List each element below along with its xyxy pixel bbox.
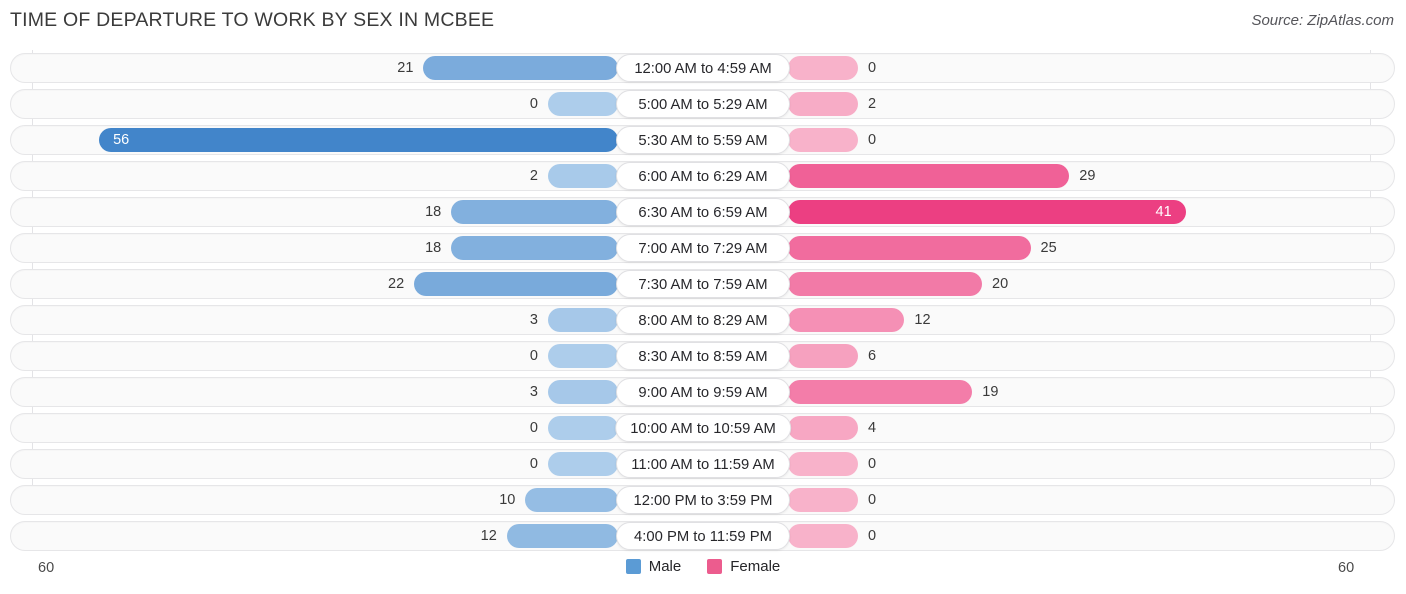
legend-swatch-male <box>625 559 641 574</box>
bar-female[interactable] <box>788 452 858 476</box>
bar-value-male: 3 <box>529 312 538 328</box>
bar-value-female: 0 <box>868 456 877 472</box>
bar-female[interactable] <box>788 416 858 440</box>
chart-row: 0 0 11:00 AM to 11:59 AM <box>0 446 1406 482</box>
bar-female[interactable] <box>788 488 858 512</box>
bar-value-male: 21 <box>397 60 414 76</box>
bar-value-female: 19 <box>982 384 999 400</box>
legend-label-male: Male <box>648 558 682 575</box>
category-label: 6:30 AM to 6:59 AM <box>616 198 790 226</box>
chart-row: 22 20 7:30 AM to 7:59 AM <box>0 266 1406 302</box>
chart-row: 18 25 7:00 AM to 7:29 AM <box>0 230 1406 266</box>
bar-male[interactable] <box>548 380 618 404</box>
bar-female[interactable] <box>788 236 1031 260</box>
category-label: 9:00 AM to 9:59 AM <box>616 378 790 406</box>
category-label: 8:00 AM to 8:29 AM <box>616 306 790 334</box>
bar-male[interactable] <box>451 236 618 260</box>
bar-value-female: 20 <box>992 276 1009 292</box>
bar-value-female: 4 <box>868 420 877 436</box>
bar-value-female: 0 <box>868 60 877 76</box>
bar-value-male: 18 <box>425 240 442 256</box>
bar-value-male: 10 <box>499 492 516 508</box>
bar-value-male: 3 <box>529 384 538 400</box>
bar-female[interactable] <box>788 344 858 368</box>
bar-value-male: 12 <box>480 528 497 544</box>
chart-row: 0 4 10:00 AM to 10:59 AM <box>0 410 1406 446</box>
bar-value-female: 0 <box>868 528 877 544</box>
bar-value-female: 0 <box>868 492 877 508</box>
chart-row: 21 0 12:00 AM to 4:59 AM <box>0 50 1406 86</box>
bar-male[interactable] <box>423 56 618 80</box>
bar-value-female: 0 <box>868 132 877 148</box>
bar-value-male: 22 <box>388 276 405 292</box>
category-label: 6:00 AM to 6:29 AM <box>616 162 790 190</box>
category-label: 5:30 AM to 5:59 AM <box>616 126 790 154</box>
legend-swatch-female <box>707 559 723 574</box>
page-title: TIME OF DEPARTURE TO WORK BY SEX IN MCBE… <box>10 9 495 31</box>
category-label: 10:00 AM to 10:59 AM <box>615 414 791 442</box>
chart-row: 0 6 8:30 AM to 8:59 AM <box>0 338 1406 374</box>
bar-value-female: 2 <box>868 96 877 112</box>
category-label: 8:30 AM to 8:59 AM <box>616 342 790 370</box>
bar-male[interactable] <box>548 92 618 116</box>
bar-female[interactable] <box>788 272 982 296</box>
chart-plot-area: 21 0 12:00 AM to 4:59 AM 0 2 5:00 AM to 5:29 … <box>0 50 1406 576</box>
bar-male[interactable] <box>525 488 618 512</box>
bar-value-male: 0 <box>529 456 538 472</box>
bar-female[interactable] <box>788 128 858 152</box>
chart-row: 0 2 5:00 AM to 5:29 AM <box>0 86 1406 122</box>
chart-page: TIME OF DEPARTURE TO WORK BY SEX IN MCBE… <box>0 0 1406 594</box>
bar-female[interactable] <box>788 308 905 332</box>
bar-value-male: 0 <box>529 348 538 364</box>
chart-rows: 21 0 12:00 AM to 4:59 AM 0 2 5:00 AM to 5:29 … <box>0 50 1406 554</box>
bar-male[interactable] <box>548 416 618 440</box>
bar-female[interactable] <box>788 92 858 116</box>
bar-female[interactable] <box>788 164 1070 188</box>
bar-male[interactable] <box>506 524 618 548</box>
bar-value-male: 0 <box>529 96 538 112</box>
bar-value-female: 12 <box>914 312 931 328</box>
bar-female[interactable] <box>788 56 858 80</box>
bar-value-female: 41 <box>1155 204 1172 220</box>
bar-value-male: 2 <box>529 168 538 184</box>
bar-female[interactable] <box>788 524 858 548</box>
category-label: 4:00 PM to 11:59 PM <box>616 522 790 550</box>
bar-male[interactable] <box>548 344 618 368</box>
category-label: 12:00 PM to 3:59 PM <box>616 486 790 514</box>
category-label: 12:00 AM to 4:59 AM <box>616 54 790 82</box>
chart-row: 2 29 6:00 AM to 6:29 AM <box>0 158 1406 194</box>
source-attribution: Source: ZipAtlas.com <box>1251 12 1394 29</box>
bar-male[interactable] <box>414 272 618 296</box>
chart-row: 3 19 9:00 AM to 9:59 AM <box>0 374 1406 410</box>
category-label: 11:00 AM to 11:59 AM <box>616 450 790 478</box>
legend-item-male[interactable]: Male <box>625 558 682 575</box>
bar-male[interactable] <box>548 308 618 332</box>
chart-row: 56 0 5:30 AM to 5:59 AM <box>0 122 1406 158</box>
category-label: 7:00 AM to 7:29 AM <box>616 234 790 262</box>
bar-value-male: 0 <box>529 420 538 436</box>
bar-female[interactable]: 41 <box>788 200 1186 224</box>
bar-male[interactable]: 56 <box>99 128 618 152</box>
chart-row: 12 0 4:00 PM to 11:59 PM <box>0 518 1406 554</box>
bar-female[interactable] <box>788 380 973 404</box>
bar-value-female: 25 <box>1040 240 1057 256</box>
bar-value-female: 29 <box>1079 168 1096 184</box>
bar-male[interactable] <box>451 200 618 224</box>
chart-row: 3 12 8:00 AM to 8:29 AM <box>0 302 1406 338</box>
bar-male[interactable] <box>548 452 618 476</box>
chart-legend: Male Female <box>0 558 1406 575</box>
chart-row: 10 0 12:00 PM to 3:59 PM <box>0 482 1406 518</box>
bar-male[interactable] <box>548 164 618 188</box>
category-label: 7:30 AM to 7:59 AM <box>616 270 790 298</box>
bar-value-male: 18 <box>425 204 442 220</box>
bar-value-female: 6 <box>868 348 877 364</box>
bar-value-male: 56 <box>113 132 130 148</box>
chart-row: 18 41 6:30 AM to 6:59 AM <box>0 194 1406 230</box>
category-label: 5:00 AM to 5:29 AM <box>616 90 790 118</box>
legend-label-female: Female <box>730 558 781 575</box>
legend-item-female[interactable]: Female <box>707 558 780 575</box>
